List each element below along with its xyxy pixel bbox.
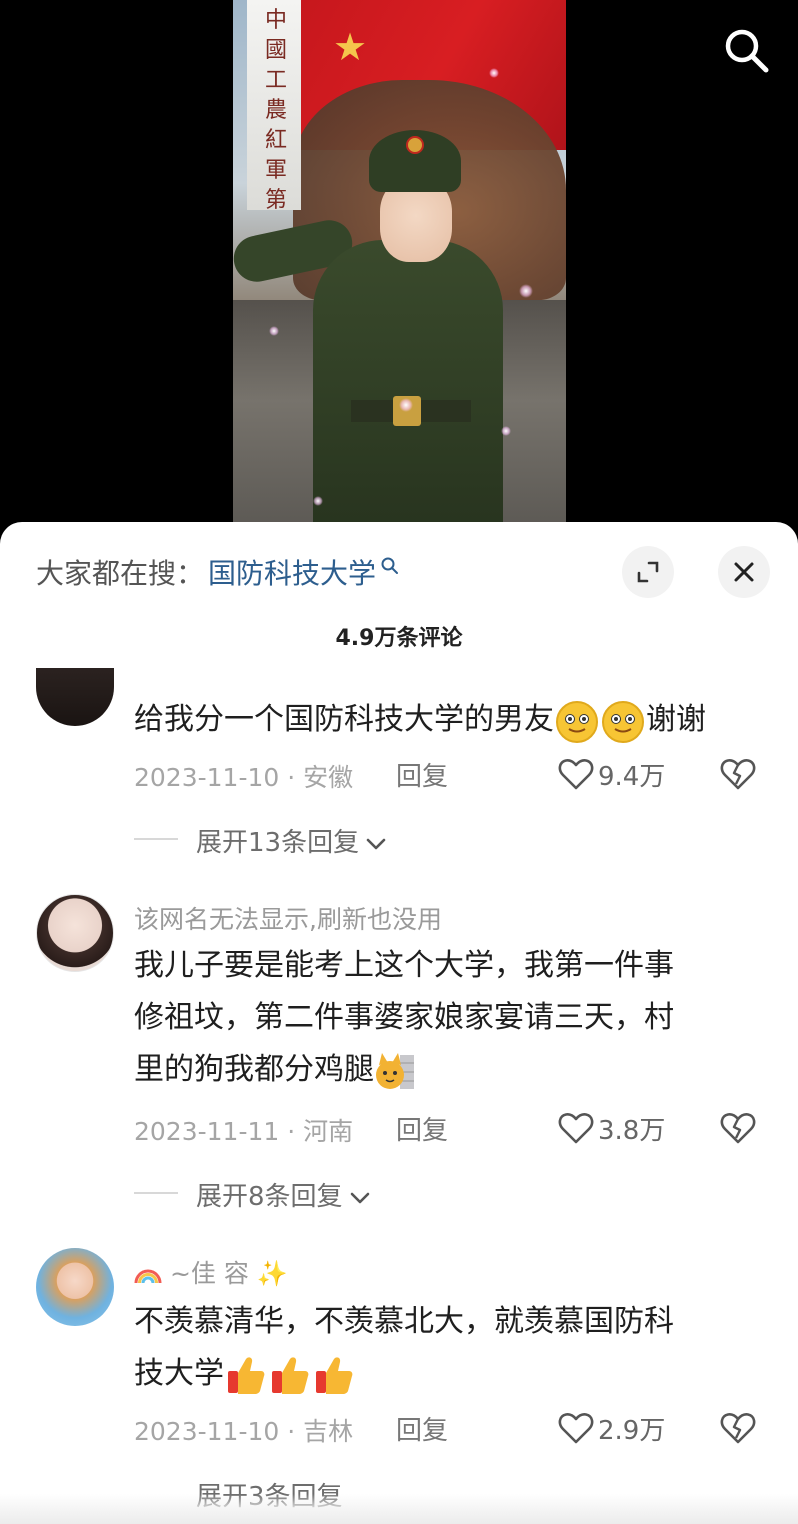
video-frame: ★ 中國工農紅軍第	[233, 0, 566, 524]
cap-badge	[406, 136, 424, 154]
expand-divider	[134, 838, 178, 840]
comment-text-line: 里的狗我都分鸡腿	[134, 1052, 374, 1087]
like-button[interactable]: 2.9万	[558, 1410, 665, 1446]
heart-icon	[558, 759, 594, 790]
chevron-down-icon	[366, 838, 386, 849]
comment-text-line: 我儿子要是能考上这个大学，我第一件事	[134, 948, 674, 983]
rainbow-icon	[134, 1269, 162, 1284]
close-button[interactable]	[718, 546, 770, 598]
smiley-emoji-icon	[556, 700, 598, 743]
star-icon: ★	[333, 25, 368, 69]
heart-icon	[558, 1413, 594, 1444]
comment-username-text: ~佳 容	[169, 1259, 249, 1288]
trending-label: 大家都在搜：	[36, 557, 205, 590]
trending-search-bar: 大家都在搜： 国防科技大学	[36, 550, 400, 594]
like-count: 3.8万	[598, 1115, 666, 1146]
video-player[interactable]: ★ 中國工農紅軍第	[0, 0, 798, 530]
search-icon[interactable]	[380, 556, 400, 578]
expand-replies-button[interactable]: 展开8条回复	[196, 1176, 371, 1213]
expand-replies-label: 展开8条回复	[196, 1182, 343, 1212]
comment-text: 不羡慕清华，不羡慕北大，就羡慕国防科 技大学	[134, 1296, 744, 1400]
expand-icon	[637, 561, 659, 583]
sparkle	[269, 326, 279, 336]
sparkles-icon: ✨	[256, 1259, 288, 1288]
comment-username[interactable]: 该网名无法显示,刷新也没用	[134, 900, 442, 936]
expand-replies-button[interactable]: 展开13条回复	[196, 822, 387, 859]
reply-button[interactable]: 回复	[396, 756, 448, 793]
thumbs-up-icon	[316, 1356, 353, 1394]
like-button[interactable]: 3.8万	[558, 1110, 665, 1146]
smiley-emoji-icon	[602, 700, 644, 743]
comment-text: 我儿子要是能考上这个大学，我第一件事 修祖坟，第二件事婆家娘家宴请三天，村 里的…	[134, 940, 744, 1096]
comment-text-line: 修祖坟，第二件事婆家娘家宴请三天，村	[134, 1000, 674, 1035]
sign-text: 中國工農紅軍第	[265, 8, 288, 213]
comment-date-location: 2023-11-10 · 吉林	[134, 1417, 354, 1446]
comment-text-line: 不羡慕清华，不羡慕北大，就羡慕国防科	[134, 1304, 674, 1339]
thumbs-up-icon	[272, 1356, 309, 1394]
sparkle	[313, 496, 323, 506]
sparkle	[519, 284, 533, 298]
reply-button[interactable]: 回复	[396, 1410, 448, 1447]
avatar[interactable]	[36, 668, 114, 726]
trending-search-link[interactable]: 国防科技大学	[208, 552, 376, 592]
comment-text-tail: 谢谢	[646, 702, 706, 737]
memorial-sign: 中國工農紅軍第	[247, 0, 301, 213]
bottom-fade	[0, 1494, 798, 1524]
comment-username[interactable]: ~佳 容 ✨	[134, 1254, 288, 1290]
sparkle	[501, 426, 511, 436]
close-icon	[734, 562, 754, 582]
search-icon[interactable]	[722, 26, 770, 74]
comment-text-line: 技大学	[134, 1356, 224, 1391]
comment-text: 给我分一个国防科技大学的男友 谢谢	[134, 694, 744, 746]
comment-date-location: 2023-11-11 · 河南	[134, 1117, 354, 1146]
comment-count: 4.9万条评论	[335, 626, 463, 651]
sparkle	[399, 398, 413, 412]
soldier-uniform	[313, 240, 503, 524]
reply-button[interactable]: 回复	[396, 1110, 448, 1147]
like-count: 9.4万	[598, 761, 666, 792]
broken-heart-icon[interactable]	[720, 1410, 756, 1446]
comment-sheet: 大家都在搜： 国防科技大学 4.9万条评论 给我分一个国防科技大学的男友 谢谢 2…	[0, 522, 798, 1524]
thumbs-up-icon	[228, 1356, 265, 1394]
chevron-down-icon	[350, 1192, 369, 1203]
heart-icon	[558, 1113, 594, 1144]
like-button[interactable]: 9.4万	[558, 756, 665, 792]
comment-text-main: 给我分一个国防科技大学的男友	[134, 702, 554, 737]
expand-replies-label: 展开13条回复	[196, 828, 360, 858]
avatar[interactable]	[36, 1248, 114, 1326]
cat-emoji-icon	[376, 1052, 414, 1089]
expand-divider	[134, 1192, 178, 1194]
expand-button[interactable]	[622, 546, 674, 598]
broken-heart-icon[interactable]	[720, 1110, 756, 1146]
avatar[interactable]	[36, 894, 114, 972]
like-count: 2.9万	[598, 1415, 666, 1446]
comment-date-location: 2023-11-10 · 安徽	[134, 763, 354, 792]
broken-heart-icon[interactable]	[720, 756, 756, 792]
sparkle	[489, 68, 499, 78]
